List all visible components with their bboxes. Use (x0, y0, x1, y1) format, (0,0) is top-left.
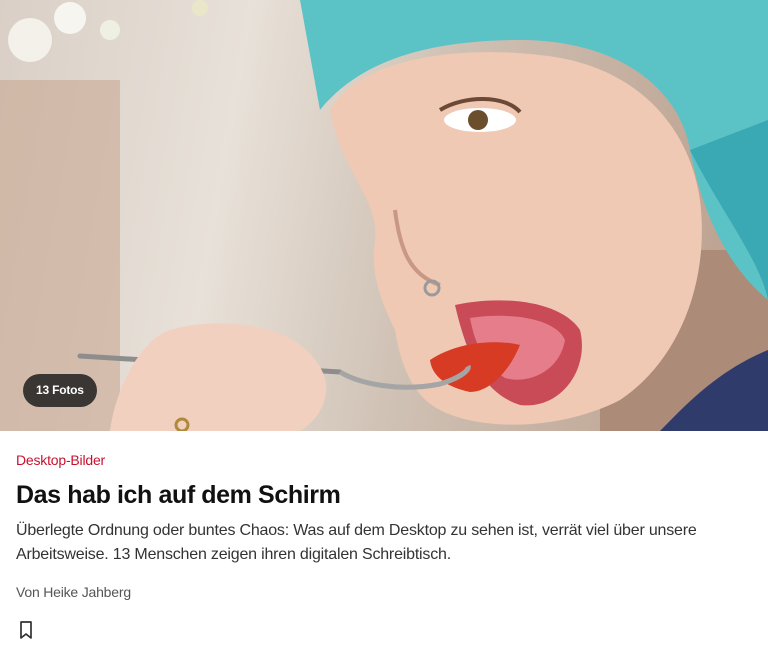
bookmark-button[interactable] (16, 620, 36, 640)
bookmark-icon (20, 621, 32, 639)
article-byline: Von Heike Jahberg (16, 584, 131, 600)
article-headline[interactable]: Das hab ich auf dem Schirm (16, 479, 752, 511)
article-teaser-text: Überlegte Ordnung oder buntes Chaos: Was… (16, 522, 697, 563)
hero-image[interactable]: 13 Fotos (0, 0, 768, 431)
hero-photo-illustration (0, 0, 768, 431)
article-kicker[interactable]: Desktop-Bilder (16, 451, 752, 469)
article-teaser: Desktop-Bilder Das hab ich auf dem Schir… (0, 451, 768, 640)
photo-count-badge[interactable]: 13 Fotos (23, 374, 97, 407)
